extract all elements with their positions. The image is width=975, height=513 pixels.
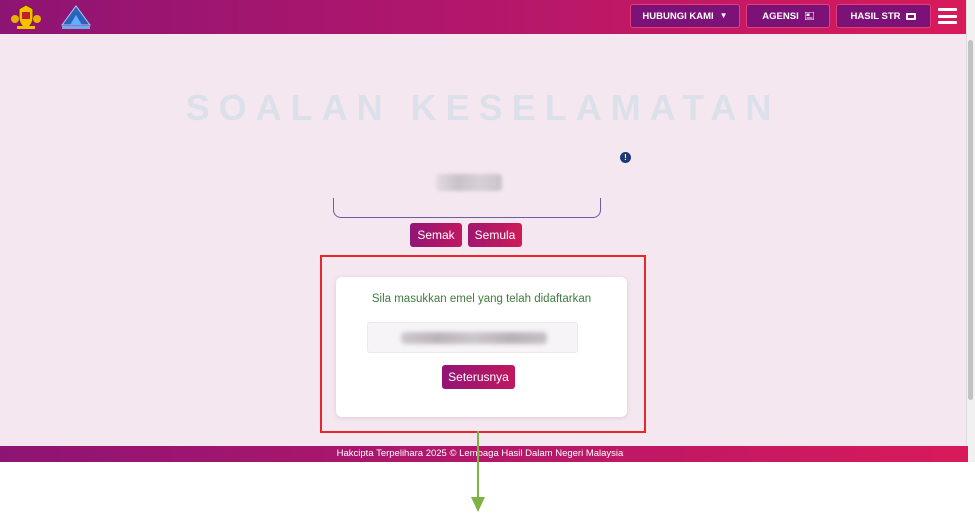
security-question-redacted bbox=[436, 174, 502, 191]
ticket-icon bbox=[906, 12, 917, 20]
semula-button[interactable]: Semula bbox=[468, 223, 522, 247]
email-value-redacted bbox=[401, 332, 547, 344]
flag-icon bbox=[804, 12, 814, 20]
hubungi-kami-label: HUBUNGI KAMI bbox=[642, 10, 714, 22]
info-icon[interactable]: ! bbox=[620, 152, 631, 163]
security-answer-input[interactable] bbox=[333, 198, 601, 218]
page-title: SOALAN KESELAMATAN bbox=[185, 87, 781, 128]
screen: HUBUNGI KAMI ▼ AGENSI HASIL STR SOALAN K… bbox=[0, 0, 975, 513]
main-content: SOALAN KESELAMATAN ! Semak Semula Sila m… bbox=[0, 34, 966, 446]
lhdn-logo[interactable] bbox=[58, 3, 94, 31]
agensi-label: AGENSI bbox=[762, 10, 799, 22]
agensi-button[interactable]: AGENSI bbox=[746, 4, 830, 28]
seterusnya-button[interactable]: Seterusnya bbox=[442, 365, 515, 389]
page-scrollbar-thumb[interactable] bbox=[968, 40, 973, 400]
email-input[interactable] bbox=[367, 322, 578, 353]
top-navbar: HUBUNGI KAMI ▼ AGENSI HASIL STR bbox=[0, 0, 966, 34]
hamburger-menu-icon[interactable] bbox=[938, 8, 957, 24]
hasil-str-button[interactable]: HASIL STR bbox=[836, 4, 931, 28]
caret-down-icon: ▼ bbox=[719, 11, 728, 20]
annotation-arrow-down-icon bbox=[471, 431, 485, 512]
hasil-str-label: HASIL STR bbox=[850, 10, 901, 22]
email-prompt-message: Sila masukkan emel yang telah didaftarka… bbox=[371, 293, 592, 305]
email-card: Sila masukkan emel yang telah didaftarka… bbox=[336, 277, 627, 417]
malaysia-crest-logo[interactable] bbox=[9, 3, 43, 31]
semak-button[interactable]: Semak bbox=[410, 223, 462, 247]
hubungi-kami-button[interactable]: HUBUNGI KAMI ▼ bbox=[630, 4, 740, 28]
